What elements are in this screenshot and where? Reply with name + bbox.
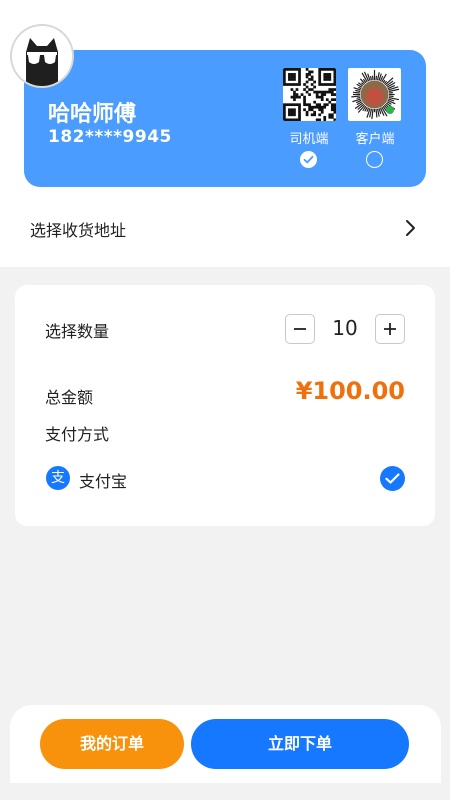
order-now-button[interactable]: 立即下单	[191, 719, 409, 769]
increase-quantity-button[interactable]	[375, 314, 405, 344]
customer-mini-program-code[interactable]	[348, 68, 401, 121]
qr-code-icon	[283, 68, 336, 121]
decrease-quantity-button[interactable]	[285, 314, 315, 344]
qr-label-driver: 司机端	[289, 132, 329, 147]
order-panel: 选择数量 10 总金额 ¥100.00 支付方式 支 支付宝	[15, 285, 435, 526]
my-orders-button[interactable]: 我的订单	[40, 719, 184, 769]
customer-radio[interactable]	[366, 151, 383, 168]
check-icon	[385, 473, 400, 484]
bottom-action-bar: 我的订单 立即下单	[10, 705, 441, 783]
qr-label-customer: 客户端	[355, 132, 395, 147]
chevron-right-icon	[406, 220, 415, 236]
avatar[interactable]	[12, 26, 72, 86]
driver-radio[interactable]	[300, 151, 317, 168]
driver-qr-code[interactable]	[283, 68, 336, 121]
driver-phone: 182****9945	[48, 127, 172, 147]
check-icon	[303, 155, 314, 164]
mini-program-code-icon	[351, 69, 400, 120]
driver-name: 哈哈师傅	[48, 102, 137, 127]
alipay-icon: 支	[46, 466, 70, 490]
address-label: 选择收货地址	[30, 221, 127, 240]
quantity-value: 10	[332, 316, 358, 340]
payment-method-label: 支付方式	[45, 425, 110, 444]
minus-icon	[294, 328, 306, 330]
address-select-row[interactable]: 选择收货地址	[0, 205, 450, 249]
plus-icon	[384, 323, 396, 335]
cat-with-sunglasses-icon	[12, 26, 72, 86]
payment-selected-checkbox[interactable]	[380, 466, 405, 491]
total-amount-label: 总金额	[45, 388, 94, 407]
alipay-label: 支付宝	[79, 472, 128, 491]
quantity-label: 选择数量	[45, 322, 110, 341]
total-amount-value: ¥100.00	[295, 377, 405, 405]
